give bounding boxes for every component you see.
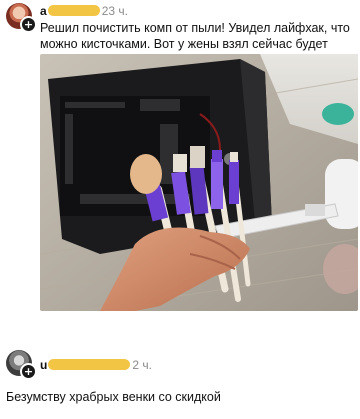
username[interactable]: a bbox=[40, 4, 47, 18]
add-icon[interactable]: + bbox=[20, 363, 37, 380]
avatar[interactable]: + bbox=[6, 350, 37, 380]
avatar[interactable]: + bbox=[6, 3, 37, 33]
username-redaction bbox=[48, 359, 131, 370]
timestamp: 2 ч. bbox=[132, 358, 152, 372]
comment-item: + u 2 ч. Безумству храбрых венки со скидк… bbox=[0, 345, 360, 419]
comment-item: + a 23 ч. Решил почистить комп от пыли! У… bbox=[0, 0, 360, 330]
username[interactable]: u bbox=[40, 358, 47, 372]
timestamp: 23 ч. bbox=[101, 4, 128, 18]
photo-illustration bbox=[40, 54, 358, 311]
comment-meta: a 23 ч. bbox=[40, 4, 128, 18]
add-icon[interactable]: + bbox=[20, 16, 37, 33]
comment-text: Безумству храбрых венки со скидкой bbox=[6, 390, 221, 404]
attached-photo[interactable] bbox=[40, 54, 358, 311]
username-redaction bbox=[47, 5, 100, 16]
comment-meta: u 2 ч. bbox=[40, 358, 152, 372]
